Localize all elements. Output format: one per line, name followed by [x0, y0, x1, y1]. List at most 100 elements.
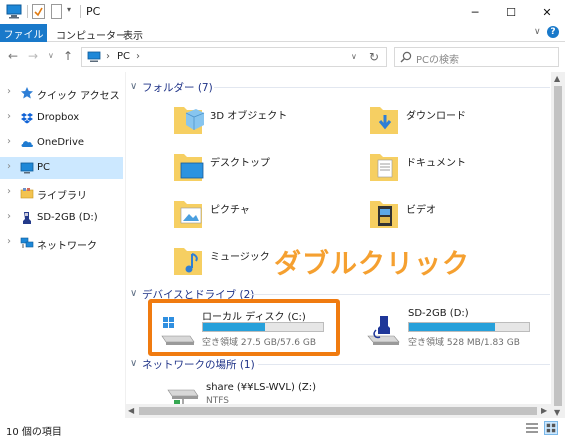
- drive-free-space: 空き領域 528 MB/1.83 GB: [408, 338, 520, 348]
- maximize-icon: ☐: [506, 5, 516, 19]
- address-dropdown-icon[interactable]: ∨: [351, 52, 357, 61]
- help-icon[interactable]: ?: [547, 26, 559, 38]
- expand-chevron-icon[interactable]: ›: [7, 186, 11, 197]
- group-divider: [214, 87, 550, 88]
- title-separator: [27, 5, 28, 18]
- sidebar-item-label: ネットワーク: [37, 241, 97, 252]
- collapse-chevron-icon[interactable]: ∨: [130, 81, 137, 92]
- breadcrumb-pc[interactable]: PC: [117, 51, 130, 62]
- collapse-chevron-icon[interactable]: ∨: [130, 288, 137, 299]
- horizontal-scroll-thumb[interactable]: [139, 407, 537, 415]
- double-click-annotation: ダブルクリック: [274, 249, 470, 280]
- ribbon-expand-chevron-icon[interactable]: ∨: [534, 27, 541, 37]
- sidebar-item-pc[interactable]: › PC: [0, 157, 123, 179]
- item-count: 10 個の項目: [6, 427, 62, 438]
- folder-desktop[interactable]: デスクトップ: [172, 148, 362, 188]
- expand-chevron-icon[interactable]: ›: [7, 161, 11, 172]
- navigation-bar: ← → ∨ ↑ › PC › ∨ ↻ PCの検索: [0, 43, 565, 71]
- folder-label: デスクトップ: [210, 158, 270, 169]
- sidebar-item-libraries[interactable]: › ライブラリ: [0, 182, 123, 204]
- group-divider: [258, 364, 550, 365]
- group-header-folders[interactable]: ∨ フォルダー (7): [130, 79, 550, 95]
- sidebar-item-label: クイック アクセス: [37, 91, 120, 102]
- title-separator-2: [80, 5, 81, 18]
- search-input[interactable]: PCの検索: [416, 51, 459, 66]
- refresh-icon[interactable]: ↻: [369, 50, 379, 64]
- maximize-button[interactable]: ☐: [494, 0, 528, 24]
- vertical-scrollbar[interactable]: ▲ ▼: [551, 72, 565, 418]
- desktop-folder-icon: [174, 154, 204, 181]
- cloud-icon: [21, 141, 33, 147]
- scroll-up-icon[interactable]: ▲: [554, 74, 560, 83]
- sidebar-item-label: ライブラリ: [37, 191, 87, 202]
- sidebar-item-label: PC: [37, 162, 51, 173]
- sd-card-icon: [23, 212, 31, 224]
- horizontal-scrollbar[interactable]: ◀ ▶: [126, 404, 551, 418]
- sidebar-item-label: SD-2GB (D:): [37, 212, 98, 223]
- window-title: PC: [86, 5, 101, 18]
- expand-chevron-icon[interactable]: ›: [7, 111, 11, 122]
- computer-icon[interactable]: [6, 4, 22, 19]
- documents-folder-icon: [370, 154, 398, 181]
- breadcrumb-separator[interactable]: ›: [106, 51, 110, 62]
- drive-name: SD-2GB (D:): [408, 308, 469, 319]
- details-view-icon[interactable]: [525, 422, 539, 434]
- minimize-icon: ─: [471, 5, 479, 19]
- expand-chevron-icon[interactable]: ›: [7, 86, 11, 97]
- computer-icon: [87, 51, 101, 62]
- folder-3d-objects[interactable]: 3D オブジェクト: [172, 101, 362, 141]
- back-button[interactable]: ←: [8, 49, 18, 63]
- up-button[interactable]: ↑: [63, 49, 73, 63]
- sidebar-item-network[interactable]: › ネットワーク: [0, 232, 123, 254]
- folder-label: ピクチャ: [210, 205, 250, 216]
- recent-locations-dropdown[interactable]: ∨: [48, 51, 54, 60]
- address-bar[interactable]: › PC › ∨ ↻: [81, 47, 387, 67]
- expand-chevron-icon[interactable]: ›: [7, 236, 11, 247]
- sidebar-item-onedrive[interactable]: › OneDrive: [0, 132, 123, 154]
- star-icon: [21, 87, 33, 99]
- tab-view[interactable]: 表示: [123, 27, 143, 42]
- expand-chevron-icon[interactable]: ›: [7, 136, 11, 147]
- group-header-network[interactable]: ∨ ネットワークの場所 (1): [130, 356, 550, 372]
- customize-toolbar-dropdown[interactable]: ▾: [67, 5, 75, 20]
- search-icon: [400, 51, 412, 63]
- close-button[interactable]: ✕: [530, 0, 564, 24]
- sidebar-item-sd-card[interactable]: › SD-2GB (D:): [0, 207, 123, 229]
- group-title: ネットワークの場所 (1): [142, 359, 255, 371]
- sidebar-item-dropbox[interactable]: › Dropbox: [0, 107, 123, 129]
- expand-chevron-icon[interactable]: ›: [7, 211, 11, 222]
- group-divider: [248, 294, 550, 295]
- folder-label: ダウンロード: [406, 111, 466, 122]
- vertical-scroll-thumb[interactable]: [554, 86, 562, 406]
- folder-downloads[interactable]: ダウンロード: [368, 101, 550, 141]
- scroll-down-icon[interactable]: ▼: [554, 408, 560, 417]
- sidebar-item-label: Dropbox: [37, 112, 80, 123]
- 3d-objects-folder-icon: [174, 107, 205, 134]
- search-box[interactable]: PCの検索: [394, 47, 559, 67]
- drive-usage-bar: [408, 322, 530, 332]
- tab-file[interactable]: ファイル: [0, 24, 47, 42]
- breadcrumb-separator[interactable]: ›: [136, 51, 140, 62]
- large-icons-view-icon[interactable]: [544, 421, 558, 435]
- scroll-right-icon[interactable]: ▶: [541, 406, 547, 415]
- new-folder-icon[interactable]: [51, 4, 62, 19]
- folder-label: 3D オブジェクト: [210, 111, 288, 122]
- close-icon: ✕: [542, 5, 552, 19]
- network-icon: [20, 237, 34, 248]
- group-title: フォルダー (7): [142, 82, 213, 94]
- folder-label: ドキュメント: [406, 158, 466, 169]
- minimize-button[interactable]: ─: [458, 0, 492, 24]
- drive-d[interactable]: SD-2GB (D:) 空き領域 528 MB/1.83 GB: [366, 308, 541, 352]
- folder-documents[interactable]: ドキュメント: [368, 148, 550, 188]
- folder-label: ビデオ: [406, 205, 436, 216]
- folder-videos[interactable]: ビデオ: [368, 195, 550, 235]
- tab-computer[interactable]: コンピューター: [56, 27, 126, 42]
- sidebar-item-quick-access[interactable]: › クイック アクセス: [0, 82, 123, 104]
- title-bar: ▾ PC ─ ☐ ✕: [0, 0, 565, 24]
- collapse-chevron-icon[interactable]: ∨: [130, 358, 137, 369]
- forward-button[interactable]: →: [28, 49, 38, 63]
- folder-pictures[interactable]: ピクチャ: [172, 195, 362, 235]
- scroll-left-icon[interactable]: ◀: [128, 406, 134, 415]
- pictures-folder-icon: [174, 201, 202, 228]
- properties-check-icon[interactable]: [32, 4, 45, 19]
